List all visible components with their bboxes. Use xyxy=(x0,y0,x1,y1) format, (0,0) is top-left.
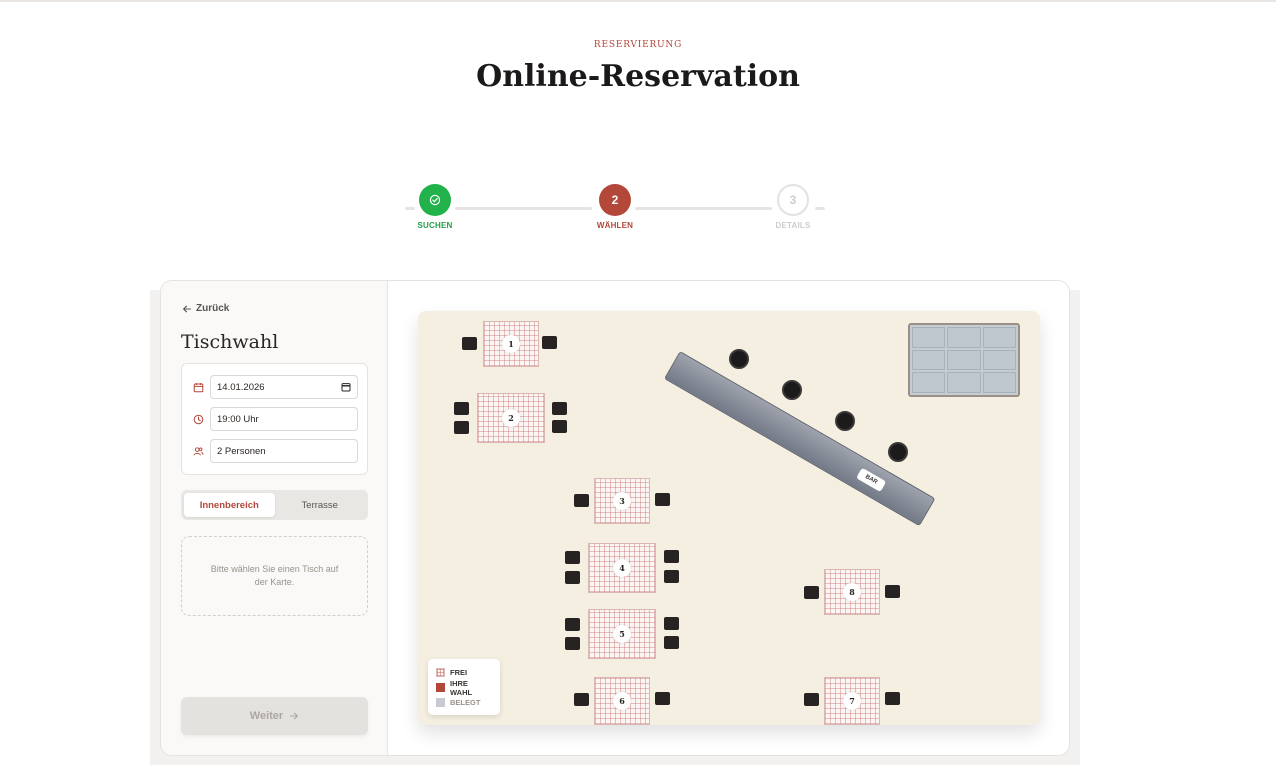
guests-value: 2 Personen xyxy=(217,445,266,457)
display-shelf xyxy=(908,323,1020,397)
legend-free-label: FREI xyxy=(450,668,468,677)
floor-plan-map: BAR 1 2 3 4 5 6 7 8 FREI IHRE WAHL BELEG… xyxy=(418,311,1040,725)
legend-selected-label: IHRE WAHL xyxy=(449,678,473,697)
table-number: 4 xyxy=(613,559,631,577)
bar-stool xyxy=(835,411,855,431)
step-details: 3 DETAILS xyxy=(763,184,823,230)
date-row: 14.01.2026 xyxy=(192,375,358,399)
time-input[interactable]: 19:00 Uhr xyxy=(210,407,358,431)
table-number: 7 xyxy=(843,692,861,710)
free-swatch xyxy=(436,668,445,677)
table-8[interactable]: 8 xyxy=(824,569,880,615)
calendar-picker-icon[interactable] xyxy=(341,382,351,392)
table-3[interactable]: 3 xyxy=(594,478,650,524)
table-number: 5 xyxy=(613,625,631,643)
area-option-terrasse[interactable]: Terrasse xyxy=(275,493,366,517)
search-summary: 14.01.2026 19:00 Uhr 2 Personen xyxy=(181,363,368,475)
chair xyxy=(574,693,589,706)
guests-row: 2 Personen xyxy=(192,439,358,463)
area-option-innenbereich[interactable]: Innenbereich xyxy=(184,493,275,517)
bar-label: BAR xyxy=(856,467,887,493)
chair xyxy=(552,402,567,415)
chair xyxy=(804,586,819,599)
table-6[interactable]: 6 xyxy=(594,677,650,725)
sidebar-title: Tischwahl xyxy=(181,331,279,353)
chair xyxy=(664,570,679,583)
table-7[interactable]: 7 xyxy=(824,677,880,725)
calendar-icon xyxy=(192,381,204,393)
guests-input[interactable]: 2 Personen xyxy=(210,439,358,463)
chair xyxy=(664,636,679,649)
date-input[interactable]: 14.01.2026 xyxy=(210,375,358,399)
clock-icon xyxy=(192,413,204,425)
step-details-label: DETAILS xyxy=(775,221,811,230)
table-2[interactable]: 2 xyxy=(477,393,545,443)
legend-selected: IHRE WAHL xyxy=(436,678,492,697)
bar-counter: BAR xyxy=(664,351,936,527)
check-circle-icon xyxy=(429,194,441,206)
chair xyxy=(804,693,819,706)
table-number: 3 xyxy=(613,492,631,510)
legend-occupied: BELEGT xyxy=(436,695,492,710)
step-choose-label: WÄHLEN xyxy=(596,221,634,230)
stepper-track-1 xyxy=(455,207,592,210)
step-search-label: SUCHEN xyxy=(417,221,453,230)
chair xyxy=(565,551,580,564)
map-legend: FREI IHRE WAHL BELEGT xyxy=(428,659,500,715)
chair xyxy=(664,550,679,563)
chair xyxy=(454,402,469,415)
page-title: Online-Reservation xyxy=(476,59,800,94)
table-number: 2 xyxy=(502,409,520,427)
chair xyxy=(462,337,477,350)
area-toggle: Innenbereich Terrasse xyxy=(181,490,368,520)
chair xyxy=(565,571,580,584)
step-search-circle xyxy=(419,184,451,216)
chair xyxy=(552,420,567,433)
table-selection-sidebar: Zurück Tischwahl 14.01.2026 19:00 Uhr 2 … xyxy=(161,281,388,755)
chair xyxy=(664,617,679,630)
progress-stepper: SUCHEN 2 WÄHLEN 3 DETAILS xyxy=(405,184,825,234)
chair xyxy=(565,618,580,631)
selection-hint: Bitte wählen Sie einen Tisch auf der Kar… xyxy=(181,536,368,616)
time-row: 19:00 Uhr xyxy=(192,407,358,431)
chair xyxy=(885,585,900,598)
table-4[interactable]: 4 xyxy=(588,543,656,593)
chair xyxy=(454,421,469,434)
bar-stool xyxy=(888,442,908,462)
time-value: 19:00 Uhr xyxy=(217,413,259,425)
occupied-swatch xyxy=(436,698,445,707)
step-choose: 2 WÄHLEN xyxy=(585,184,645,230)
chair xyxy=(542,336,557,349)
bar-stool xyxy=(782,380,802,400)
next-button-label: Weiter xyxy=(249,710,284,722)
chair xyxy=(574,494,589,507)
page-eyebrow: RESERVIERUNG xyxy=(593,40,683,50)
table-number: 8 xyxy=(843,583,861,601)
table-number: 6 xyxy=(613,692,631,710)
back-link-label: Zurück xyxy=(196,303,230,314)
step-search[interactable]: SUCHEN xyxy=(405,184,465,230)
step-details-circle: 3 xyxy=(777,184,809,216)
stepper-track-2 xyxy=(635,207,772,210)
table-5[interactable]: 5 xyxy=(588,609,656,659)
arrow-right-icon xyxy=(290,712,299,720)
table-number: 1 xyxy=(502,335,520,353)
chair xyxy=(565,637,580,650)
next-button[interactable]: Weiter xyxy=(181,697,368,735)
top-divider xyxy=(0,0,1276,2)
arrow-left-icon xyxy=(183,305,192,312)
table-1[interactable]: 1 xyxy=(483,321,539,367)
bar-stool xyxy=(729,349,749,369)
selected-swatch xyxy=(436,683,445,692)
page-header: RESERVIERUNG Online-Reservation xyxy=(0,40,1276,94)
back-link[interactable]: Zurück xyxy=(182,303,229,314)
legend-occupied-label: BELEGT xyxy=(450,698,481,707)
reservation-card: Zurück Tischwahl 14.01.2026 19:00 Uhr 2 … xyxy=(160,280,1070,756)
chair xyxy=(655,493,670,506)
step-choose-circle: 2 xyxy=(599,184,631,216)
date-value: 14.01.2026 xyxy=(217,381,265,393)
chair xyxy=(885,692,900,705)
users-icon xyxy=(192,445,204,457)
chair xyxy=(655,692,670,705)
